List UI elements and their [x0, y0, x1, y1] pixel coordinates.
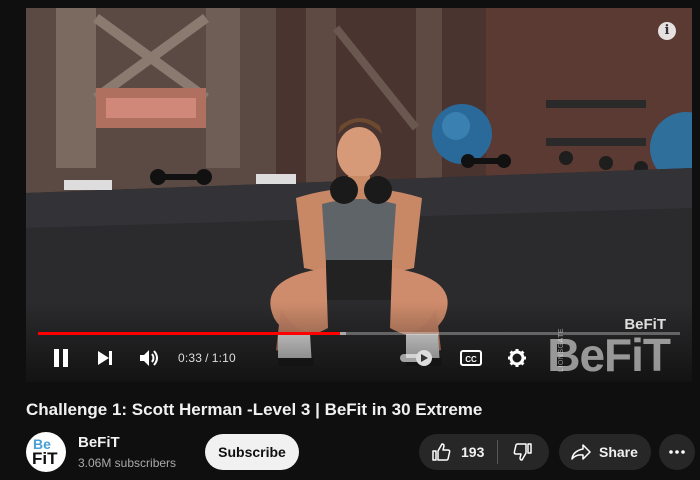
share-label: Share [599, 444, 638, 460]
next-button[interactable] [90, 342, 120, 374]
pause-button[interactable] [44, 342, 78, 374]
like-count: 193 [461, 444, 485, 460]
captions-icon: CC [460, 350, 482, 366]
channel-name[interactable]: BeFiT [78, 434, 120, 451]
volume-button[interactable] [134, 342, 164, 374]
subscriber-count: 3.06M subscribers [78, 456, 177, 470]
like-button[interactable]: 193 [419, 434, 497, 470]
more-icon [669, 450, 685, 454]
dislike-button[interactable] [498, 434, 549, 470]
thumbs-down-icon [513, 443, 533, 461]
info-icon[interactable]: i [658, 22, 676, 40]
time-display: 0:33/1:10 [178, 351, 236, 365]
share-icon [571, 444, 591, 460]
time-separator: / [205, 351, 209, 365]
captions-button[interactable]: CC [454, 342, 488, 374]
avatar-text-bottom: FiT [32, 449, 58, 468]
channel-avatar[interactable]: Be FiT [26, 432, 66, 472]
channel-row: Be FiT BeFiT 3.06M subscribers Subscribe… [26, 432, 695, 472]
next-icon [98, 351, 112, 365]
duration: 1:10 [211, 351, 236, 365]
volume-icon [140, 350, 158, 366]
befit-watermark: BeFiT LIONSGATE BeFiT [538, 316, 678, 381]
pause-icon [54, 349, 68, 367]
autoplay-toggle-icon [400, 350, 432, 366]
thumbs-up-icon [432, 443, 451, 461]
watermark-big: BeFiT [547, 329, 671, 381]
gear-icon [508, 349, 526, 367]
more-actions-button[interactable] [659, 434, 695, 470]
video-title: Challenge 1: Scott Herman -Level 3 | BeF… [26, 400, 483, 419]
svg-text:CC: CC [465, 355, 477, 364]
current-time: 0:33 [178, 351, 203, 365]
like-dislike-group: 193 [419, 434, 549, 470]
played-bar [38, 332, 340, 335]
autoplay-toggle[interactable] [396, 342, 436, 374]
video-player[interactable]: i 0:33/1:10 CC BeFiT LIONSGATE BeFiT [26, 8, 692, 382]
subscribe-button[interactable]: Subscribe [205, 434, 299, 470]
share-button[interactable]: Share [559, 434, 651, 470]
settings-button[interactable] [502, 342, 532, 374]
